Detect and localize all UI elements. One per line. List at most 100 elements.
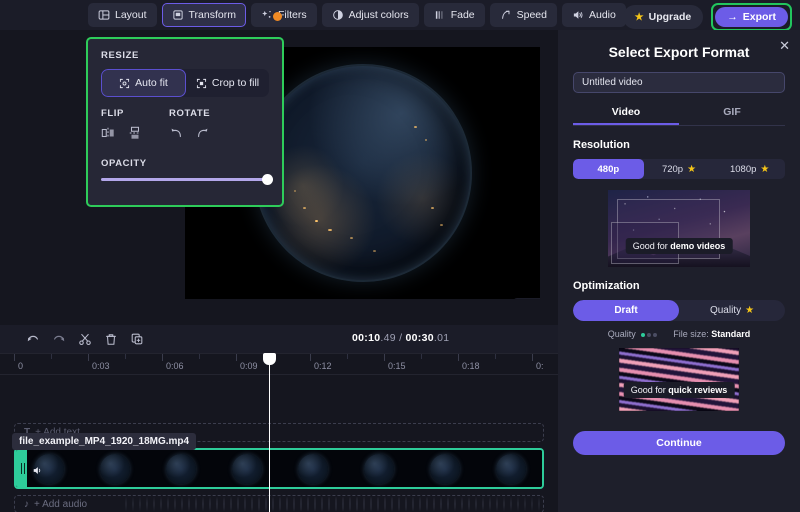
resolution-caption-strong: demo videos <box>670 241 726 251</box>
flip-group: FLIP <box>101 108 169 145</box>
star-icon: ★ <box>687 163 697 175</box>
tab-video[interactable]: Video <box>573 106 679 125</box>
quality-label: Quality <box>607 329 636 339</box>
tool-filters[interactable]: Filters <box>250 3 317 27</box>
auto-fit-icon <box>120 78 130 88</box>
clip-left-handle[interactable] <box>16 450 27 487</box>
quality-dots <box>641 332 658 337</box>
export-highlight-box: → Export <box>711 3 792 31</box>
flip-rotate-row: FLIP ROTATE <box>101 108 269 145</box>
resize-section-label: RESIZE <box>101 50 139 61</box>
tool-audio[interactable]: Audio <box>562 3 626 27</box>
delete-icon[interactable] <box>100 329 122 349</box>
tab-gif[interactable]: GIF <box>679 106 785 125</box>
resolution-1080p-label: 1080p <box>729 163 757 175</box>
upgrade-button[interactable]: ★ Upgrade <box>622 5 704 29</box>
resolution-options: 480p 720p ★ 1080p ★ <box>573 159 785 179</box>
filesize-label: File size: <box>673 329 709 339</box>
tool-speed-label: Speed <box>516 9 547 21</box>
timeline-ruler[interactable]: 0 0:03 0:06 0:09 0:12 0:15 0:18 0: <box>0 353 558 375</box>
resolution-480p[interactable]: 480p <box>573 159 644 179</box>
quality-dot <box>653 332 658 337</box>
playhead[interactable] <box>263 353 276 512</box>
resolution-caption-prefix: Good for <box>632 241 671 251</box>
timeline-toolbar: 00:10.49 / 00:30.01 <box>0 325 558 353</box>
earth-at-night-graphic <box>255 66 470 280</box>
resolution-720p-label: 720p <box>661 163 684 175</box>
layout-icon <box>98 10 110 20</box>
tool-layout-label: Layout <box>115 9 147 21</box>
optimization-heading: Optimization <box>573 280 640 292</box>
tool-speed[interactable]: Speed <box>489 3 557 27</box>
export-format-tabs: Video GIF <box>573 106 785 126</box>
clip-thumbnail <box>280 450 346 487</box>
opacity-slider-handle[interactable] <box>262 174 273 185</box>
clip-thumbnail <box>478 450 542 487</box>
rotate-section-label: ROTATE <box>169 108 211 119</box>
clip-mute-icon[interactable] <box>32 463 43 481</box>
video-editor-app: Layout Transform Filters Adjust colors F… <box>0 0 800 512</box>
flip-horizontal-icon[interactable] <box>101 126 115 145</box>
tool-adjust-colors[interactable]: Adjust colors <box>321 3 419 27</box>
star-icon: ★ <box>634 11 644 23</box>
continue-label: Continue <box>656 437 702 449</box>
optimization-quality[interactable]: Quality ★ <box>679 300 785 321</box>
upgrade-label: Upgrade <box>648 11 692 23</box>
ruler-label: 0:12 <box>314 361 332 371</box>
tool-adjust-colors-label: Adjust colors <box>348 9 409 21</box>
rotate-group: ROTATE <box>169 108 210 145</box>
tool-fade-label: Fade <box>450 9 475 21</box>
quality-dot <box>641 332 646 337</box>
optimization-draft-label: Draft <box>614 305 638 316</box>
tool-transform[interactable]: Transform <box>161 3 246 27</box>
resolution-720p[interactable]: 720p ★ <box>644 159 715 179</box>
resize-hint-tooltip: Click to resize and move <box>513 298 540 299</box>
filters-icon <box>262 10 271 18</box>
continue-button[interactable]: Continue <box>573 431 785 455</box>
total-time-frac: .01 <box>433 332 450 344</box>
redo-icon[interactable] <box>48 329 70 349</box>
resolution-caption: Good for demo videos <box>625 238 733 254</box>
clip-thumbnail <box>214 450 280 487</box>
clip-thumbnail <box>412 450 478 487</box>
optimization-caption: Good for quick reviews <box>623 382 735 398</box>
playhead-handle[interactable] <box>263 353 276 365</box>
time-separator: / <box>395 332 406 344</box>
optimization-preview-image: Good for quick reviews <box>619 348 739 411</box>
tool-layout[interactable]: Layout <box>88 3 157 27</box>
tool-audio-label: Audio <box>589 9 616 21</box>
audio-icon <box>573 11 583 19</box>
optimization-draft[interactable]: Draft <box>573 300 679 321</box>
ruler-label: 0:03 <box>92 361 110 371</box>
music-note-icon: ♪ <box>24 498 29 510</box>
close-icon[interactable]: ✕ <box>779 38 790 54</box>
export-button[interactable]: → Export <box>715 7 788 27</box>
clip-thumbnail <box>346 450 412 487</box>
ruler-label: 0:15 <box>388 361 406 371</box>
rotate-left-icon[interactable] <box>169 126 183 145</box>
timeline-tool-group <box>22 329 148 349</box>
undo-icon[interactable] <box>22 329 44 349</box>
export-filename-input[interactable]: Untitled video <box>573 72 785 93</box>
flip-vertical-icon[interactable] <box>128 126 142 145</box>
add-audio-track[interactable]: ♪ + Add audio <box>14 495 544 512</box>
toolbar-actions: ★ Upgrade → Export <box>622 3 792 31</box>
opacity-slider[interactable] <box>101 174 273 185</box>
optimization-quality-label: Quality <box>709 305 742 316</box>
rotate-right-icon[interactable] <box>196 126 210 145</box>
ruler-label: 0:06 <box>166 361 184 371</box>
export-label: Export <box>742 11 776 23</box>
resolution-1080p[interactable]: 1080p ★ <box>714 159 785 179</box>
resize-crop-to-fill-option[interactable]: Crop to fill <box>186 69 269 97</box>
ruler-label: 0: <box>536 361 544 371</box>
resize-auto-fit-option[interactable]: Auto fit <box>101 69 186 97</box>
flip-icons <box>101 126 169 145</box>
split-icon[interactable] <box>74 329 96 349</box>
speed-icon <box>501 10 510 19</box>
duplicate-icon[interactable] <box>126 329 148 349</box>
clip-thumbnail <box>82 450 148 487</box>
tool-fade[interactable]: Fade <box>423 3 485 27</box>
transform-icon <box>172 10 183 20</box>
resolution-480p-label: 480p <box>597 163 620 175</box>
video-clip[interactable] <box>14 448 544 489</box>
